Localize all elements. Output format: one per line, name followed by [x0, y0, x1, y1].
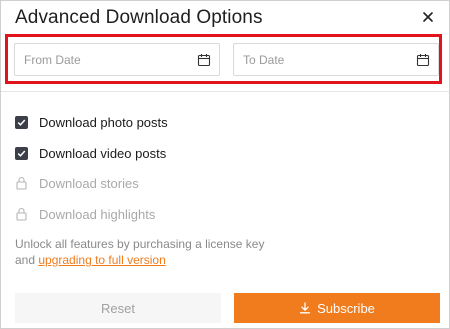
subscribe-label: Subscribe: [317, 300, 375, 316]
close-icon: [423, 12, 433, 22]
calendar-icon[interactable]: [416, 53, 430, 67]
unlock-message: Unlock all features by purchasing a lice…: [15, 236, 435, 268]
photo-posts-checkbox[interactable]: [15, 115, 28, 129]
check-icon: [17, 149, 26, 157]
reset-label: Reset: [101, 300, 135, 316]
section-divider: [1, 91, 449, 92]
option-highlights: Download highlights: [15, 205, 315, 223]
to-date-field[interactable]: [233, 43, 439, 76]
option-label: Download photo posts: [39, 114, 168, 130]
advanced-download-dialog: Advanced Download Options D: [0, 0, 450, 329]
option-stories: Download stories: [15, 174, 315, 192]
dialog-footer: Reset Subscribe: [1, 288, 449, 329]
to-date-input[interactable]: [243, 44, 403, 75]
from-date-input[interactable]: [24, 44, 184, 75]
video-posts-checkbox[interactable]: [15, 146, 28, 160]
upgrade-link[interactable]: upgrading to full version: [38, 253, 165, 267]
lock-icon: [16, 207, 27, 221]
option-label: Download stories: [39, 175, 139, 191]
option-label: Download video posts: [39, 145, 167, 161]
option-label: Download highlights: [39, 206, 156, 222]
unlock-text: Unlock all features by purchasing a lice…: [15, 237, 265, 251]
unlock-prefix: and: [15, 253, 39, 267]
calendar-icon[interactable]: [197, 53, 211, 67]
option-video-posts[interactable]: Download video posts: [15, 144, 315, 162]
option-photo-posts[interactable]: Download photo posts: [15, 113, 315, 131]
close-button[interactable]: [421, 10, 435, 24]
check-icon: [17, 118, 26, 126]
download-icon: [299, 302, 311, 314]
subscribe-button[interactable]: Subscribe: [234, 293, 440, 323]
dialog-title: Advanced Download Options: [15, 7, 263, 28]
reset-button[interactable]: Reset: [15, 293, 221, 323]
from-date-field[interactable]: [14, 43, 220, 76]
lock-icon: [16, 176, 27, 190]
